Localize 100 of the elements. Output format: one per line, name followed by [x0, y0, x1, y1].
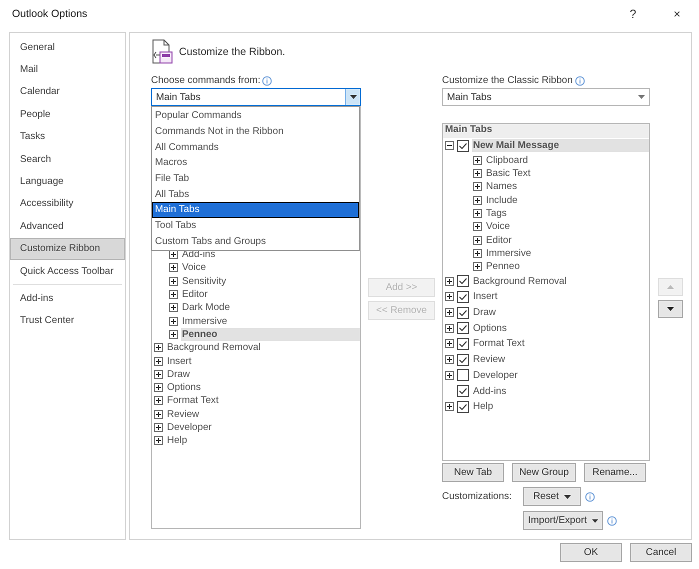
tree-item[interactable]: Editor [181, 288, 360, 302]
expand-icon[interactable] [154, 370, 163, 379]
tree-item[interactable]: Review [166, 408, 360, 421]
expand-icon[interactable] [473, 169, 482, 178]
checkbox[interactable] [457, 338, 469, 350]
expand-icon[interactable] [169, 303, 178, 312]
checkbox[interactable] [457, 275, 469, 288]
tree-item[interactable]: Voice [181, 261, 360, 274]
tree-item[interactable]: Review [472, 353, 649, 366]
expand-icon[interactable] [154, 410, 163, 419]
expand-icon[interactable] [445, 292, 454, 302]
checkbox[interactable] [457, 306, 469, 319]
sidebar-item[interactable]: Search [10, 148, 125, 170]
expand-icon[interactable] [445, 370, 454, 380]
tree-item[interactable]: New Mail Message [472, 139, 649, 152]
dropdown-option[interactable]: Custom Tabs and Groups [152, 234, 359, 250]
sidebar-item[interactable]: General [10, 36, 125, 58]
expand-icon[interactable] [445, 339, 454, 348]
tree-item[interactable]: Draw [472, 306, 649, 320]
expand-icon[interactable] [473, 262, 482, 272]
sidebar-item[interactable]: Accessibility [10, 192, 125, 216]
expand-icon[interactable] [169, 316, 178, 326]
new-tab-button[interactable]: New Tab [442, 463, 504, 482]
sidebar-item[interactable]: People [10, 103, 125, 126]
tree-item[interactable]: Format Text [166, 394, 360, 408]
expand-icon[interactable] [169, 330, 178, 339]
tree-item[interactable]: Developer [472, 368, 649, 382]
tree-item[interactable]: Add-ins [181, 248, 360, 262]
expand-icon[interactable] [154, 343, 163, 352]
tree-item[interactable]: Sensitivity [181, 274, 360, 288]
sidebar-item[interactable]: Trust Center [10, 310, 125, 332]
expand-icon[interactable] [445, 308, 454, 318]
tree-item[interactable]: Options [472, 322, 649, 335]
expand-icon[interactable] [473, 236, 482, 245]
checkbox[interactable] [457, 385, 469, 398]
dropdown-option[interactable]: File Tab [152, 170, 359, 186]
sidebar-item[interactable]: Quick Access Toolbar [10, 260, 125, 282]
expand-icon[interactable] [169, 276, 178, 286]
sidebar-item[interactable]: Mail [10, 58, 125, 81]
import-export-button[interactable]: Import/Export [523, 511, 603, 530]
tree-item[interactable]: Insert [472, 290, 649, 304]
rename-button[interactable]: Rename... [584, 463, 646, 482]
expand-icon[interactable] [154, 436, 163, 446]
sidebar-item[interactable]: Advanced [10, 215, 125, 238]
sidebar-item[interactable]: Tasks [10, 126, 125, 148]
reset-button[interactable]: Reset [523, 487, 581, 506]
help-button[interactable]: ? [611, 0, 655, 28]
cancel-button[interactable]: Cancel [630, 543, 692, 562]
sidebar-item[interactable]: Language [10, 170, 125, 193]
sidebar-item[interactable]: Calendar [10, 80, 125, 104]
tree-item[interactable]: Clipboard [485, 154, 649, 167]
expand-icon[interactable] [154, 383, 163, 392]
expand-icon[interactable] [169, 250, 178, 260]
dropdown-option[interactable]: Macros [152, 155, 359, 171]
expand-icon[interactable] [473, 209, 482, 218]
tree-item[interactable]: Voice [485, 220, 649, 234]
checkbox[interactable] [457, 290, 469, 303]
expand-icon[interactable] [473, 222, 482, 232]
checkbox[interactable] [457, 354, 469, 366]
tree-item[interactable]: Immersive [485, 246, 649, 260]
dropdown-option[interactable]: Commands Not in the Ribbon [152, 124, 359, 140]
tree-item[interactable]: Include [485, 194, 649, 207]
expand-icon[interactable] [473, 248, 482, 258]
tree-item[interactable]: Help [472, 400, 649, 414]
dropdown-option[interactable]: All Tabs [152, 186, 359, 202]
dropdown-option[interactable]: All Commands [152, 139, 359, 156]
commands-dropdown[interactable]: Main Tabs [151, 88, 361, 106]
new-group-button[interactable]: New Group [512, 463, 576, 482]
checkbox[interactable] [457, 322, 469, 334]
checkbox[interactable] [457, 400, 469, 413]
expand-icon[interactable] [154, 356, 163, 366]
dropdown-option[interactable]: Main Tabs [152, 202, 359, 218]
tree-item[interactable]: Format Text [472, 337, 649, 350]
expand-icon[interactable] [169, 290, 178, 300]
checkbox[interactable] [457, 369, 469, 382]
tree-item[interactable]: Editor [485, 234, 649, 247]
tree-item[interactable]: Penneo [181, 328, 360, 341]
tree-item[interactable]: Developer [166, 421, 360, 434]
tree-item[interactable]: Dark Mode [181, 301, 360, 314]
expand-icon[interactable] [154, 423, 163, 432]
expand-icon[interactable] [473, 182, 482, 192]
tree-item[interactable]: Add-ins [472, 384, 649, 398]
ok-button[interactable]: OK [560, 543, 622, 562]
tree-item[interactable]: Tags [485, 207, 649, 220]
move-down-button[interactable] [658, 300, 682, 318]
expand-icon[interactable] [169, 263, 178, 272]
checkbox[interactable] [457, 140, 469, 152]
expand-icon[interactable] [445, 324, 454, 333]
tree-item[interactable]: Basic Text [485, 167, 649, 180]
tree-item[interactable]: Penneo [485, 260, 649, 274]
collapse-icon[interactable] [445, 141, 454, 150]
expand-icon[interactable] [445, 402, 454, 412]
tree-item[interactable]: Insert [166, 354, 360, 368]
tree-item[interactable]: Immersive [181, 314, 360, 328]
tree-item[interactable]: Help [166, 434, 360, 448]
tree-item[interactable]: Options [166, 381, 360, 394]
tree-item[interactable]: Background Removal [472, 274, 649, 288]
expand-icon[interactable] [445, 276, 454, 286]
expand-icon[interactable] [445, 355, 454, 364]
sidebar-item[interactable]: Add-ins [10, 287, 125, 310]
